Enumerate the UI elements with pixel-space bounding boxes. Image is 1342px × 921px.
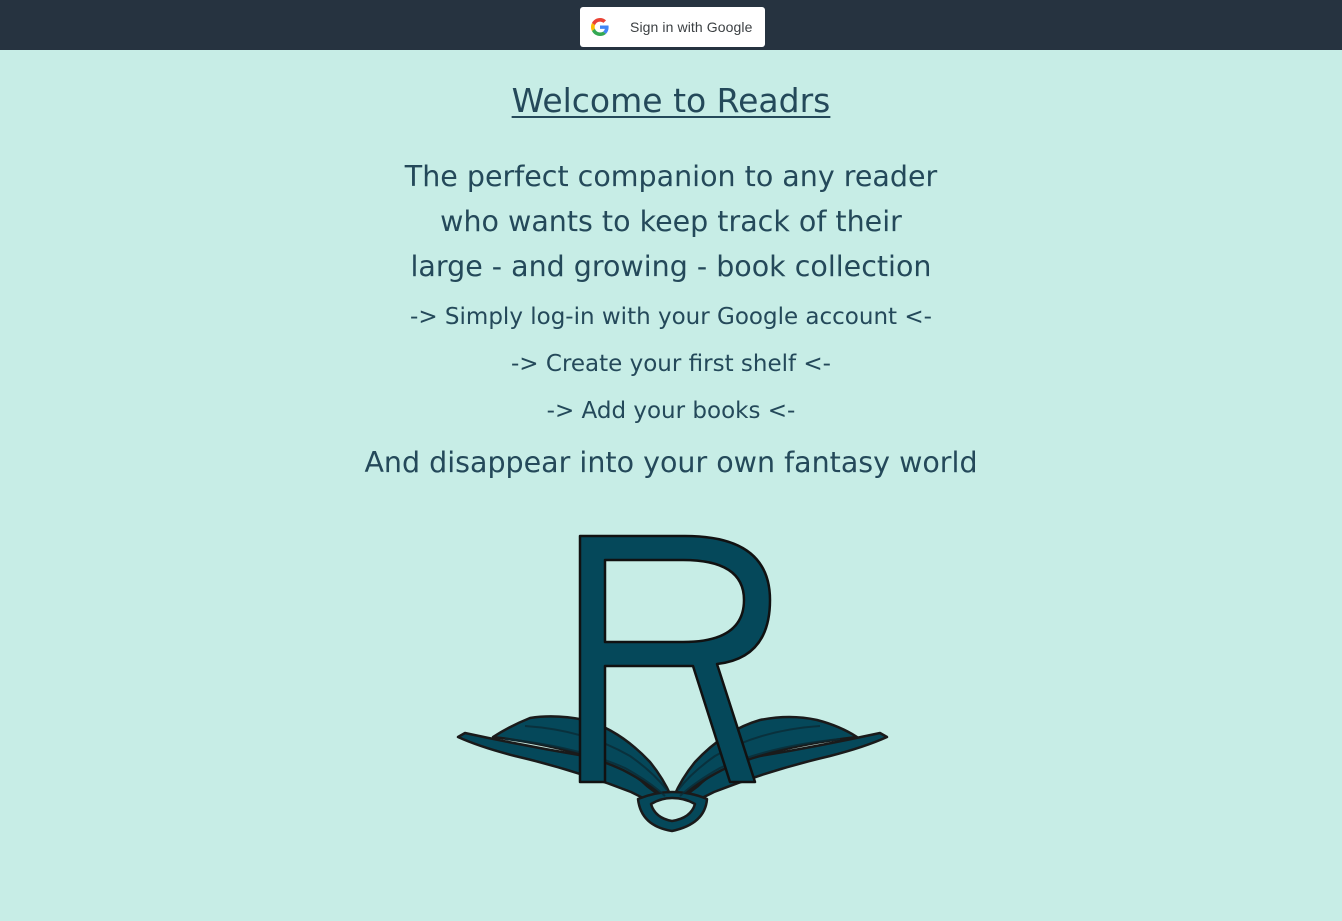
google-g-icon <box>591 18 609 36</box>
sign-in-label: Sign in with Google <box>630 19 753 35</box>
google-sign-in-button[interactable]: Sign in with Google <box>580 7 765 47</box>
step-create-shelf: -> Create your first shelf <- <box>511 351 831 377</box>
intro-text: The perfect companion to any reader who … <box>0 154 1342 289</box>
page-title: Welcome to Readrs <box>511 81 831 120</box>
intro-line: large - and growing - book collection <box>410 250 932 283</box>
intro-line: The perfect companion to any reader <box>404 160 938 193</box>
intro-line: who wants to keep track of their <box>440 205 902 238</box>
step-log-in: -> Simply log-in with your Google accoun… <box>410 304 932 330</box>
step-add-books: -> Add your books <- <box>546 398 796 424</box>
closing-text: And disappear into your own fantasy worl… <box>364 446 978 479</box>
top-bar: Sign in with Google <box>0 0 1342 50</box>
readrs-logo-book-r-icon <box>456 534 889 833</box>
